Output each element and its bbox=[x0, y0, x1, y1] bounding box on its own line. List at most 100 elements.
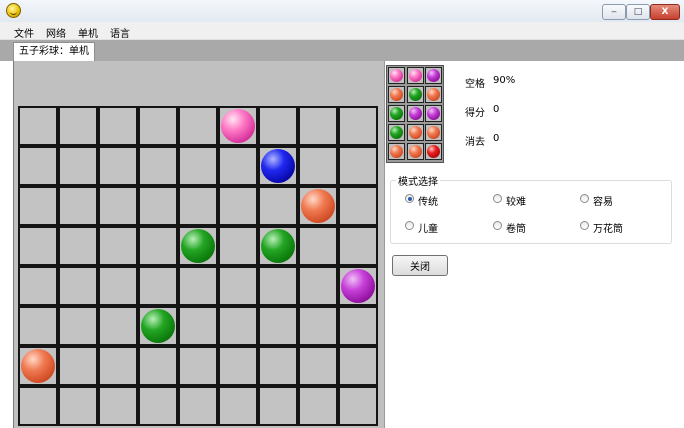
menu-network[interactable]: 网络 bbox=[46, 25, 66, 40]
board-cell[interactable] bbox=[298, 266, 338, 306]
radio-easy[interactable] bbox=[580, 194, 589, 203]
board-cell[interactable] bbox=[258, 306, 298, 346]
green-ball[interactable] bbox=[141, 309, 175, 343]
board-cell[interactable] bbox=[338, 146, 378, 186]
board-cell[interactable] bbox=[338, 226, 378, 266]
pink-ball[interactable] bbox=[221, 109, 255, 143]
board-cell[interactable] bbox=[138, 226, 178, 266]
menu-bar: 文件 网络 单机 语言 bbox=[0, 22, 684, 40]
board-cell[interactable] bbox=[58, 106, 98, 146]
board-cell[interactable] bbox=[138, 386, 178, 426]
radio-kaleidoscope[interactable] bbox=[580, 221, 589, 230]
smiley-icon bbox=[6, 3, 21, 18]
board-cell[interactable] bbox=[98, 226, 138, 266]
board-cell[interactable] bbox=[218, 226, 258, 266]
board-cell[interactable] bbox=[218, 146, 258, 186]
preview-cell bbox=[388, 86, 405, 103]
board-cell[interactable] bbox=[338, 386, 378, 426]
cleared-label: 消去 bbox=[465, 137, 485, 148]
board-cell[interactable] bbox=[178, 106, 218, 146]
board-cell[interactable] bbox=[18, 266, 58, 306]
board-cell[interactable] bbox=[58, 346, 98, 386]
board-cell[interactable] bbox=[338, 306, 378, 346]
radio-scroll[interactable] bbox=[493, 221, 502, 230]
green-ball[interactable] bbox=[261, 229, 295, 263]
board-cell[interactable] bbox=[18, 106, 58, 146]
board-cell[interactable] bbox=[338, 346, 378, 386]
blue-ball[interactable] bbox=[261, 149, 295, 183]
green-ball[interactable] bbox=[181, 229, 215, 263]
radio-traditional[interactable] bbox=[405, 194, 414, 203]
board-cell[interactable] bbox=[98, 106, 138, 146]
board-cell[interactable] bbox=[298, 226, 338, 266]
board-cell[interactable] bbox=[298, 106, 338, 146]
board-cell[interactable] bbox=[178, 346, 218, 386]
board-cell[interactable] bbox=[338, 106, 378, 146]
menu-language[interactable]: 语言 bbox=[110, 25, 130, 40]
board-cell[interactable] bbox=[258, 186, 298, 226]
close-window-button[interactable]: X bbox=[650, 4, 680, 20]
board-cell[interactable] bbox=[98, 266, 138, 306]
board-cell[interactable] bbox=[98, 346, 138, 386]
board-cell[interactable] bbox=[138, 346, 178, 386]
board-cell[interactable] bbox=[298, 306, 338, 346]
board-cell[interactable] bbox=[58, 146, 98, 186]
orange-ball bbox=[427, 126, 440, 139]
board-cell[interactable] bbox=[138, 106, 178, 146]
minimize-button[interactable]: ‒ bbox=[602, 4, 626, 20]
board-cell[interactable] bbox=[58, 306, 98, 346]
orange-ball[interactable] bbox=[21, 349, 55, 383]
board-cell[interactable] bbox=[218, 186, 258, 226]
radio-hard[interactable] bbox=[493, 194, 502, 203]
maximize-button[interactable]: □ bbox=[626, 4, 650, 20]
board-cell[interactable] bbox=[218, 266, 258, 306]
purple-ball[interactable] bbox=[341, 269, 375, 303]
board-cell[interactable] bbox=[338, 186, 378, 226]
tab-single-player[interactable]: 五子彩球：单机 bbox=[13, 42, 95, 61]
board-cell[interactable] bbox=[58, 386, 98, 426]
pink-ball bbox=[408, 69, 422, 82]
board-cell[interactable] bbox=[98, 146, 138, 186]
board-cell[interactable] bbox=[178, 266, 218, 306]
board-cell[interactable] bbox=[258, 346, 298, 386]
board-cell[interactable] bbox=[58, 226, 98, 266]
green-ball bbox=[390, 126, 403, 139]
board-cell[interactable] bbox=[18, 146, 58, 186]
board-cell[interactable] bbox=[298, 346, 338, 386]
board-cell[interactable] bbox=[218, 346, 258, 386]
space-value: 90% bbox=[493, 75, 516, 86]
mode-title: 模式选择 bbox=[396, 173, 440, 188]
board-cell[interactable] bbox=[138, 266, 178, 306]
board-cell[interactable] bbox=[218, 386, 258, 426]
preview-cell bbox=[425, 143, 442, 160]
board-cell[interactable] bbox=[18, 386, 58, 426]
board-cell[interactable] bbox=[258, 386, 298, 426]
board-cell[interactable] bbox=[58, 266, 98, 306]
board-cell[interactable] bbox=[218, 306, 258, 346]
board-cell[interactable] bbox=[178, 386, 218, 426]
board-cell[interactable] bbox=[298, 386, 338, 426]
game-board[interactable] bbox=[18, 106, 380, 428]
board-cell[interactable] bbox=[18, 226, 58, 266]
board-cell[interactable] bbox=[98, 386, 138, 426]
menu-single[interactable]: 单机 bbox=[78, 25, 98, 40]
board-cell[interactable] bbox=[138, 146, 178, 186]
board-cell[interactable] bbox=[258, 106, 298, 146]
board-cell[interactable] bbox=[18, 306, 58, 346]
board-cell[interactable] bbox=[178, 186, 218, 226]
board-cell[interactable] bbox=[18, 186, 58, 226]
green-ball bbox=[390, 107, 403, 120]
radio-child[interactable] bbox=[405, 221, 414, 230]
board-cell[interactable] bbox=[298, 146, 338, 186]
board-cell[interactable] bbox=[58, 186, 98, 226]
board-cell[interactable] bbox=[178, 306, 218, 346]
board-cell[interactable] bbox=[98, 306, 138, 346]
board-cell[interactable] bbox=[258, 266, 298, 306]
orange-ball[interactable] bbox=[301, 189, 335, 223]
board-cell[interactable] bbox=[178, 146, 218, 186]
menu-file[interactable]: 文件 bbox=[14, 25, 34, 40]
purple-ball bbox=[427, 107, 440, 120]
board-cell[interactable] bbox=[98, 186, 138, 226]
close-button[interactable]: 关闭 bbox=[392, 255, 448, 276]
board-cell[interactable] bbox=[138, 186, 178, 226]
